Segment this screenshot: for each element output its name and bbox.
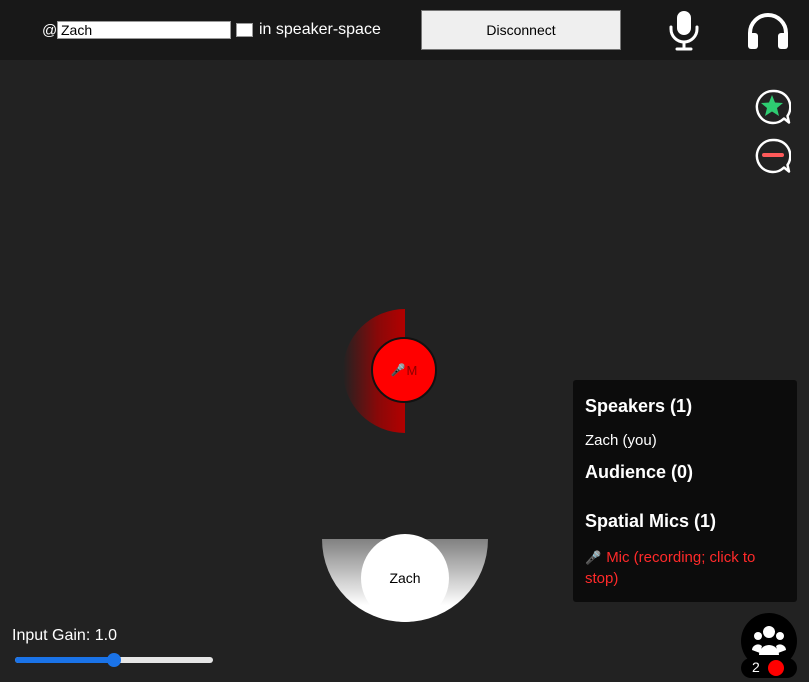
microphone-icon[interactable] — [667, 9, 701, 51]
spatial-mic-item[interactable]: 🎤 Mic (recording; click to stop) — [585, 547, 785, 589]
mic-item-label: Mic (recording; click to stop) — [585, 549, 756, 587]
at-symbol: @ — [42, 22, 58, 39]
minus-bubble-icon[interactable] — [755, 138, 791, 174]
mic-glyph-icon: 🎤 — [390, 363, 406, 377]
participant-count: 2 — [752, 659, 760, 675]
input-gain-label: Input Gain: 1.0 — [12, 627, 117, 644]
participants-panel: Speakers (1) Zach (you) Audience (0) Spa… — [573, 380, 797, 602]
space-label: in speaker-space — [259, 21, 381, 38]
mic-item-icon: 🎤 — [585, 550, 602, 565]
disconnect-button[interactable]: Disconnect — [421, 10, 621, 50]
spatial-mics-heading: Spatial Mics (1) — [585, 511, 717, 531]
people-group-icon — [752, 626, 786, 655]
spatial-mic-avatar[interactable]: 🎤 M — [371, 337, 437, 403]
input-gain-thumb[interactable] — [107, 653, 121, 667]
space-input[interactable] — [236, 23, 253, 37]
input-gain-slider[interactable] — [15, 653, 213, 667]
audience-heading: Audience (0) — [585, 462, 694, 482]
speaker-item: Zach (you) — [585, 432, 657, 449]
participant-count-badge: 2 — [741, 658, 797, 678]
input-gain-fill — [15, 657, 114, 663]
user-avatar-label: Zach — [389, 570, 421, 586]
mic-avatar-label: M — [406, 362, 418, 378]
username-input[interactable] — [57, 21, 231, 39]
user-avatar[interactable]: Zach — [361, 534, 449, 622]
recording-indicator-icon — [768, 660, 784, 676]
star-bubble-icon[interactable] — [755, 89, 791, 125]
headphones-icon[interactable] — [745, 11, 791, 51]
top-bar: @ in speaker-space Disconnect — [0, 0, 809, 60]
speakers-heading: Speakers (1) — [585, 396, 693, 416]
